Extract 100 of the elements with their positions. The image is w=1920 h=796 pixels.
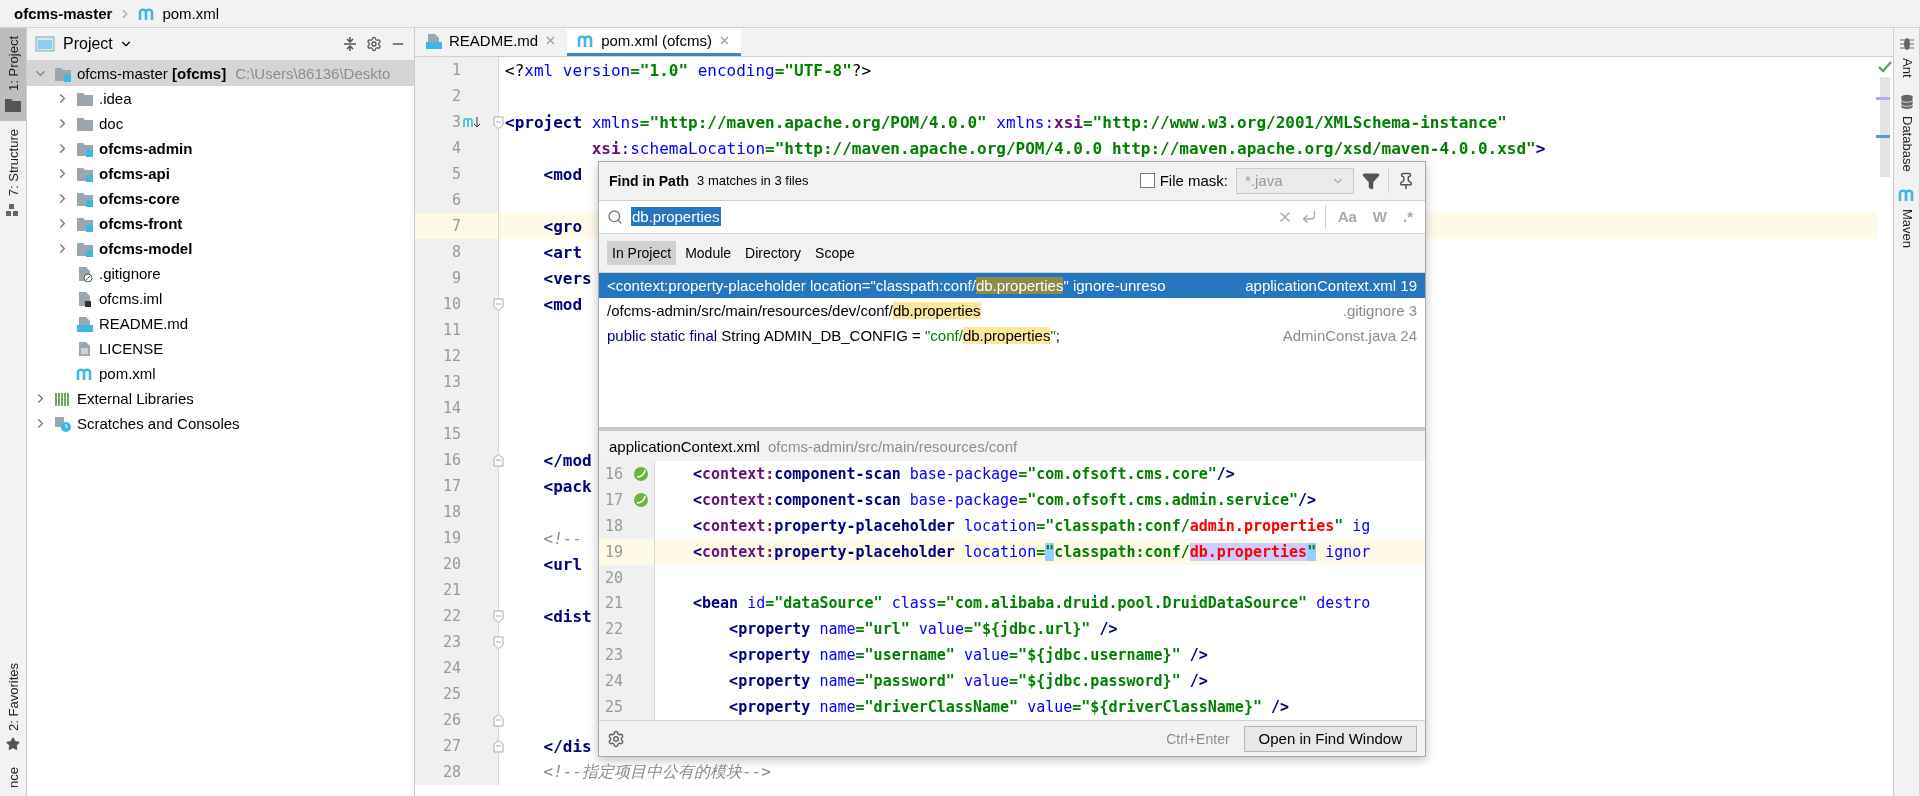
code-line: xsi:schemaLocation="http://maven.apache.org/POM/4.0.0 http://maven.apache.org/xsd/maven-4.0.0.xsd"> bbox=[590, 138, 1546, 158]
code-line: <property name="url" value="${jdbc.url}" /> bbox=[728, 620, 1118, 639]
fold-marker-icon[interactable] bbox=[493, 453, 504, 467]
line-number: 7 bbox=[450, 217, 461, 235]
line-number: 2 bbox=[450, 87, 461, 105]
fold-marker-icon[interactable] bbox=[493, 297, 504, 311]
scope-tab[interactable]: Directory bbox=[740, 240, 807, 265]
code-line: <property name="driverClassName" value="${driverClassName}" /> bbox=[728, 698, 1290, 717]
line-number: 23 bbox=[441, 633, 461, 651]
line-number: 19 bbox=[441, 529, 461, 547]
bean-icon[interactable] bbox=[633, 465, 649, 482]
code-line: <?xml version="1.0" encoding="UTF-8"?> bbox=[504, 60, 872, 80]
arches-file-icon bbox=[76, 365, 94, 382]
settings-icon[interactable] bbox=[607, 729, 625, 748]
line-number: 5 bbox=[450, 165, 461, 183]
tool-window-tab[interactable]: Database bbox=[1894, 85, 1920, 180]
result-text: public static final String ADMIN_DB_CONFIG = "conf/db.properties"; bbox=[607, 326, 1060, 344]
tree-item[interactable]: LICENSE bbox=[27, 336, 414, 361]
breadcrumb-item[interactable]: pom.xml bbox=[162, 5, 220, 22]
code-line: <bean id="dataSource" class="com.alibaba.druid.pool.DruidDataSource" destro bbox=[692, 594, 1371, 613]
breadcrumb-item[interactable]: ofcms-master bbox=[14, 5, 113, 22]
tree-item[interactable]: doc bbox=[27, 111, 414, 136]
tree-item[interactable]: pom.xml bbox=[27, 361, 414, 386]
tool-window-tab[interactable]: 2: Favorites bbox=[0, 655, 26, 760]
open-in-find-window-button[interactable]: Open in Find Window bbox=[1243, 725, 1417, 752]
search-result[interactable]: public static final String ADMIN_DB_CONFIG = "conf/db.properties"; AdminConst.java 24 bbox=[599, 322, 1425, 348]
file-mask-checkbox[interactable]: File mask: bbox=[1139, 172, 1228, 190]
tool-window-tab[interactable]: Maven bbox=[1894, 179, 1920, 257]
tree-item[interactable]: ofcms.iml bbox=[27, 286, 414, 311]
tree-item[interactable]: ofcms-core bbox=[27, 186, 414, 211]
collapse-all-icon[interactable] bbox=[342, 36, 358, 52]
tree-item[interactable]: ofcms-front bbox=[27, 211, 414, 236]
editor-tab[interactable]: pom.xml (ofcms) bbox=[567, 28, 742, 56]
panel-icon bbox=[35, 36, 55, 52]
line-number: 27 bbox=[441, 737, 461, 755]
scope-tab[interactable]: In Project bbox=[607, 240, 677, 265]
tree-item[interactable]: ofcms-model bbox=[27, 236, 414, 261]
line-number: 16 bbox=[605, 464, 625, 483]
line-number: 20 bbox=[605, 568, 625, 587]
tool-window-tab[interactable]: 1: Project bbox=[0, 28, 26, 121]
tree-item[interactable]: ofcms-admin bbox=[27, 136, 414, 161]
module-folder-icon bbox=[54, 65, 72, 82]
result-location: AdminConst.java 24 bbox=[1282, 326, 1417, 344]
tree-item[interactable]: External Libraries bbox=[27, 386, 414, 411]
line-number: 22 bbox=[441, 607, 461, 625]
filter-icon[interactable] bbox=[1362, 171, 1380, 190]
bug-icon bbox=[1898, 36, 1916, 52]
scope-tab[interactable]: Module bbox=[680, 240, 737, 265]
line-number: 26 bbox=[441, 711, 461, 729]
fold-marker-icon[interactable] bbox=[493, 115, 504, 129]
line-number: 14 bbox=[441, 399, 461, 417]
line-number: 9 bbox=[450, 269, 461, 287]
tree-item[interactable]: ofcms-master [ofcms] C:\Users\86136\Deskto bbox=[27, 61, 414, 86]
editor-tab[interactable]: README.md bbox=[415, 28, 568, 56]
result-location: applicationContext.xml 19 bbox=[1245, 276, 1417, 294]
gutter-marker-icon[interactable] bbox=[463, 115, 481, 129]
line-number: 24 bbox=[605, 672, 625, 691]
fold-marker-icon[interactable] bbox=[493, 739, 504, 753]
folder-icon bbox=[4, 96, 22, 113]
scratch-file-icon bbox=[54, 415, 72, 432]
search-icon bbox=[607, 208, 623, 225]
settings-icon[interactable] bbox=[366, 36, 382, 52]
line-number: 15 bbox=[441, 425, 461, 443]
fold-marker-icon[interactable] bbox=[493, 609, 504, 623]
scope-tab[interactable]: Scope bbox=[810, 240, 860, 265]
pin-icon[interactable] bbox=[1397, 171, 1415, 190]
view-selector[interactable]: Project bbox=[63, 35, 133, 53]
tree-item[interactable]: .idea bbox=[27, 86, 414, 111]
code-line: <!--指定项目中公有的模块--> bbox=[542, 761, 771, 783]
preview-path: ofcms-admin/src/main/resources/conf bbox=[767, 437, 1018, 455]
line-number: 4 bbox=[450, 139, 461, 157]
new-line-icon[interactable] bbox=[1300, 208, 1317, 225]
tree-item[interactable]: Scratches and Consoles bbox=[27, 411, 414, 436]
folder-icon bbox=[76, 90, 94, 107]
match-count: 3 matches in 3 files bbox=[697, 173, 809, 189]
tool-window-tab[interactable]: 7: Structure bbox=[0, 120, 26, 227]
tool-window-tab[interactable]: Ant bbox=[1894, 28, 1920, 86]
bean-icon[interactable] bbox=[633, 491, 649, 508]
line-number: 25 bbox=[605, 698, 625, 717]
line-number: 23 bbox=[605, 646, 625, 665]
line-number: 28 bbox=[441, 763, 461, 781]
database-icon bbox=[1898, 93, 1916, 110]
line-number: 24 bbox=[441, 659, 461, 677]
tree-item[interactable]: .gitignore bbox=[27, 261, 414, 286]
fold-marker-icon[interactable] bbox=[493, 635, 504, 649]
tree-item[interactable]: README.md bbox=[27, 311, 414, 336]
search-field[interactable]: db.properties bbox=[631, 207, 721, 227]
code-line: <art bbox=[542, 242, 583, 262]
line-number: 10 bbox=[441, 295, 461, 313]
search-result[interactable]: /ofcms-admin/src/main/resources/dev/conf/db.properties .gitignore 3 bbox=[599, 297, 1425, 323]
code-line: </dis bbox=[542, 736, 592, 756]
code-line: <project xmlns="http://maven.apache.org/POM/4.0.0" xmlns:xsi="http://www.w3.org/2001/XMLSchema-instance" bbox=[504, 112, 1507, 132]
tool-window-tab[interactable]: nce bbox=[0, 759, 26, 796]
line-number: 20 bbox=[441, 555, 461, 573]
fold-marker-icon[interactable] bbox=[493, 713, 504, 727]
module-folder-icon bbox=[76, 240, 94, 257]
line-number: 18 bbox=[441, 503, 461, 521]
line-number: 21 bbox=[441, 581, 461, 599]
check-icon bbox=[1878, 61, 1892, 73]
tree-item[interactable]: ofcms-api bbox=[27, 161, 414, 186]
